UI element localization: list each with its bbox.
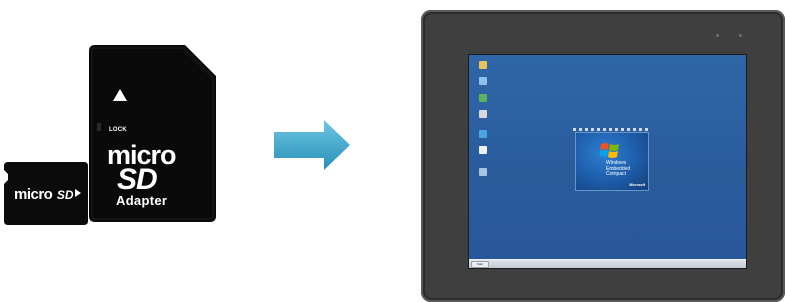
status-led: [739, 34, 742, 37]
windows-evaluation-logo: Windows Embedded Compact Microsoft: [575, 132, 649, 191]
microsd-card-logo: micro SD: [14, 187, 73, 203]
adapter-label: Adapter: [116, 193, 168, 208]
tools-icon[interactable]: [477, 146, 489, 158]
windows-flag-icon: [600, 143, 619, 158]
microsd-logo-micro: micro: [14, 186, 53, 203]
status-led: [716, 34, 719, 37]
sd-adapter-card: LOCK micro SD Adapter: [89, 45, 216, 222]
start-button[interactable]: Start: [471, 261, 489, 268]
eval-header-strip: [573, 128, 649, 131]
microsd-logo-sd: SD: [56, 188, 74, 202]
microsd-card: micro SD: [4, 162, 88, 225]
microsd-logo: micro SD: [107, 142, 207, 195]
lock-label: LOCK: [109, 127, 127, 133]
folder-icon[interactable]: [477, 61, 489, 73]
arrow-right-icon: [274, 120, 350, 170]
eval-title: Windows Embedded Compact: [606, 160, 631, 177]
computer-icon[interactable]: [477, 77, 489, 89]
system-tray[interactable]: [728, 262, 743, 266]
device-screen[interactable]: Windows Embedded Compact Microsoft Start: [468, 54, 747, 269]
eval-brand: Microsoft: [629, 183, 645, 187]
network-icon[interactable]: [477, 168, 489, 180]
document-icon[interactable]: [477, 110, 489, 122]
browser-icon[interactable]: [477, 130, 489, 142]
media-icon[interactable]: [477, 94, 489, 106]
taskbar: Start: [469, 259, 746, 268]
